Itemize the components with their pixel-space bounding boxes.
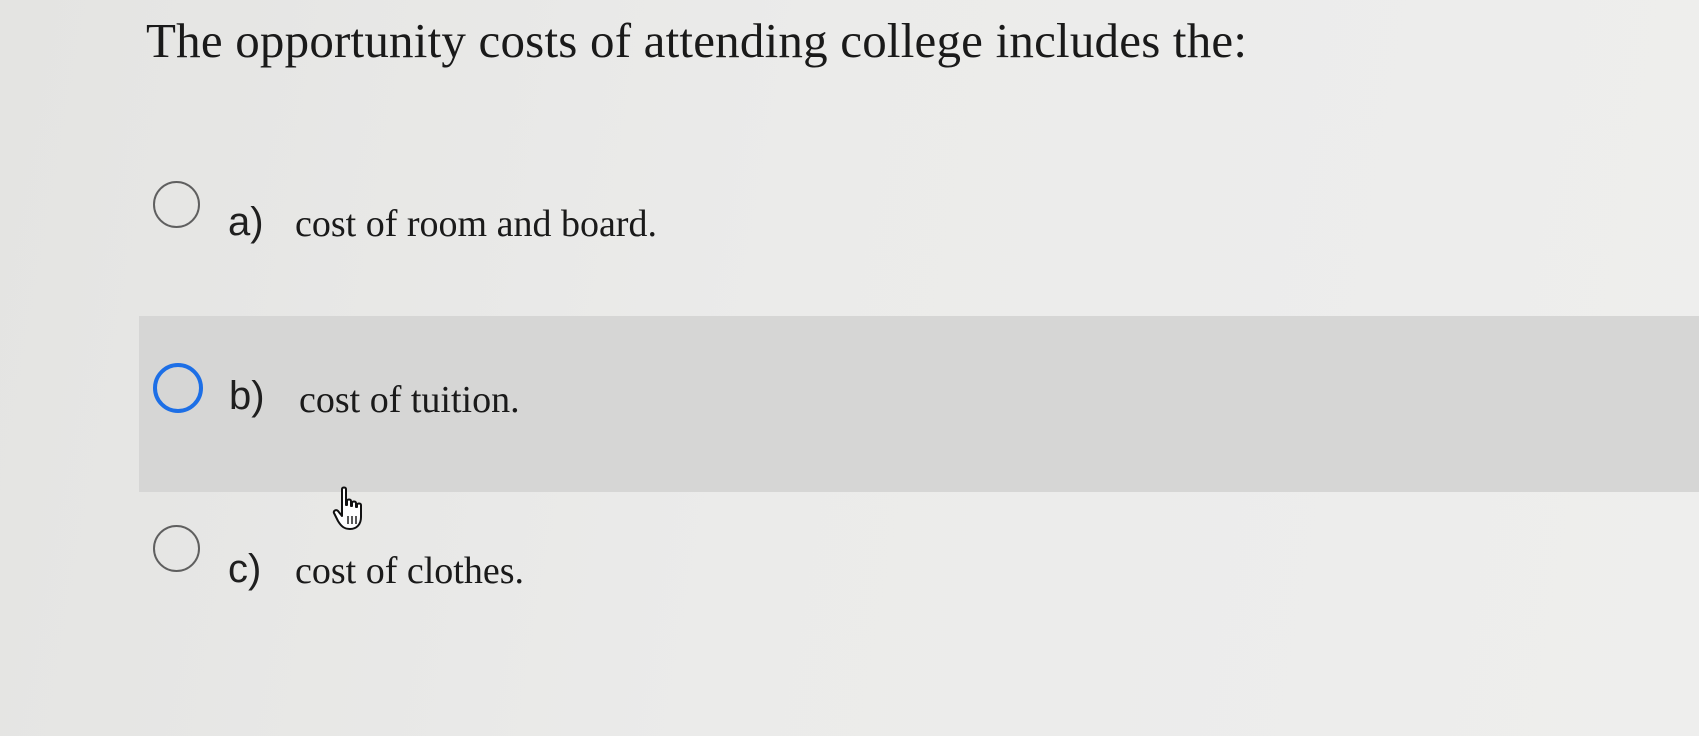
question-text: The opportunity costs of attending colle… [146, 13, 1248, 68]
radio-button-b[interactable] [153, 363, 203, 413]
radio-button-a[interactable] [153, 181, 200, 228]
radio-button-c[interactable] [153, 525, 200, 572]
option-text-b[interactable]: cost of tuition. [299, 378, 520, 422]
option-a[interactable]: a) cost of room and board. [0, 160, 1699, 290]
option-letter-b: b) [229, 374, 265, 418]
option-letter-c: c) [228, 547, 262, 591]
hand-pointer-icon [332, 486, 362, 530]
option-letter-a: a) [228, 200, 264, 244]
option-b[interactable]: b) cost of tuition. [139, 316, 1699, 492]
option-text-c[interactable]: cost of clothes. [295, 549, 524, 593]
option-text-a[interactable]: cost of room and board. [295, 202, 657, 246]
option-c[interactable]: c) cost of clothes. [0, 500, 1699, 640]
